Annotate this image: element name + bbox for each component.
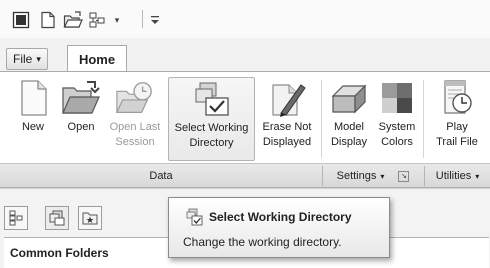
tooltip: Select Working Directory Change the work…: [168, 197, 390, 258]
group-settings-text: Settings: [336, 170, 377, 182]
group-data-label: Data: [0, 164, 322, 188]
tab-home-label: Home: [78, 51, 116, 67]
new-button[interactable]: New: [13, 78, 53, 160]
erase-not-displayed-label-2: Displayed: [262, 136, 312, 148]
dialog-launcher-icon[interactable]: ↘: [398, 170, 410, 182]
color-palette-icon: [377, 78, 417, 118]
select-working-directory-label-2: Directory: [189, 137, 234, 149]
folder-browser-icon: [49, 210, 65, 226]
select-working-directory-label-1: Select Working: [174, 122, 249, 134]
group-data-text: Data: [149, 170, 173, 182]
group-utilities[interactable]: Utilities ▾: [425, 164, 490, 188]
play-trail-file-label-1: Play: [446, 121, 468, 133]
tab-file[interactable]: File ▾: [6, 48, 48, 70]
chevron-down-icon: ▾: [36, 53, 41, 64]
play-trail-file-button[interactable]: Play Trail File: [428, 78, 486, 160]
eraser-icon: [267, 78, 307, 118]
open-last-session-label-2: Session: [115, 136, 155, 148]
chevron-down-icon: ▾: [475, 171, 480, 181]
new-icon[interactable]: [37, 9, 59, 31]
ribbon: New Open Open Last Session Select Workin…: [0, 71, 490, 188]
group-divider: [423, 80, 424, 158]
select-working-directory-button[interactable]: Select Working Directory: [168, 77, 255, 161]
select-directory-icon: [186, 208, 203, 226]
model-display-label-1: Model: [334, 121, 364, 133]
tooltip-title: Select Working Directory: [209, 210, 352, 224]
model-tree-icon: [9, 210, 23, 226]
folder-browser-tab[interactable]: [45, 206, 69, 230]
select-directory-icon: [192, 79, 232, 119]
model-box-icon: [329, 78, 369, 118]
open-last-session-label-1: Open Last: [109, 121, 161, 133]
folder-icon: [61, 78, 101, 118]
model-tree-tab[interactable]: [4, 206, 28, 230]
tree-icon[interactable]: [86, 9, 108, 31]
tab-home[interactable]: Home: [67, 45, 127, 72]
customize-icon[interactable]: [150, 9, 160, 31]
chevron-down-icon: ▾: [380, 171, 385, 181]
favorites-tab[interactable]: [78, 206, 102, 230]
model-display-label-2: Display: [330, 136, 368, 148]
quick-access-toolbar: ▾: [0, 0, 490, 38]
system-colors-button[interactable]: System Colors: [374, 78, 420, 160]
group-settings[interactable]: Settings ▾ ↘: [323, 164, 423, 188]
group-utilities-text: Utilities: [435, 170, 472, 182]
tooltip-description: Change the working directory.: [183, 235, 342, 249]
open-last-session-button[interactable]: Open Last Session: [104, 78, 166, 160]
system-colors-label-2: Colors: [381, 136, 413, 148]
erase-not-displayed-label-1: Erase Not: [262, 121, 312, 133]
system-colors-label-1: System: [378, 121, 416, 133]
chevron-down-icon[interactable]: ▾: [112, 9, 122, 31]
toolbar-separator: [142, 10, 143, 28]
play-trail-file-label-2: Trail File: [436, 136, 478, 148]
new-doc-icon: [13, 78, 53, 118]
folder-clock-icon: [115, 78, 155, 118]
open-button[interactable]: Open: [58, 78, 104, 160]
ribbon-group-labels: Data Settings ▾ ↘ Utilities ▾: [0, 163, 490, 188]
common-folders-label: Common Folders: [10, 246, 109, 260]
ribbon-tab-row: File ▾ Home: [0, 38, 490, 72]
open-icon[interactable]: [62, 9, 84, 31]
favorites-icon: [82, 212, 98, 225]
erase-not-displayed-button[interactable]: Erase Not Displayed: [257, 78, 317, 160]
model-display-button[interactable]: Model Display: [326, 78, 372, 160]
new-label: New: [21, 121, 44, 133]
trail-file-icon: [437, 78, 477, 118]
open-label: Open: [67, 121, 95, 133]
tab-file-label: File: [13, 52, 33, 66]
group-divider: [321, 80, 322, 158]
window-icon[interactable]: [10, 9, 32, 31]
